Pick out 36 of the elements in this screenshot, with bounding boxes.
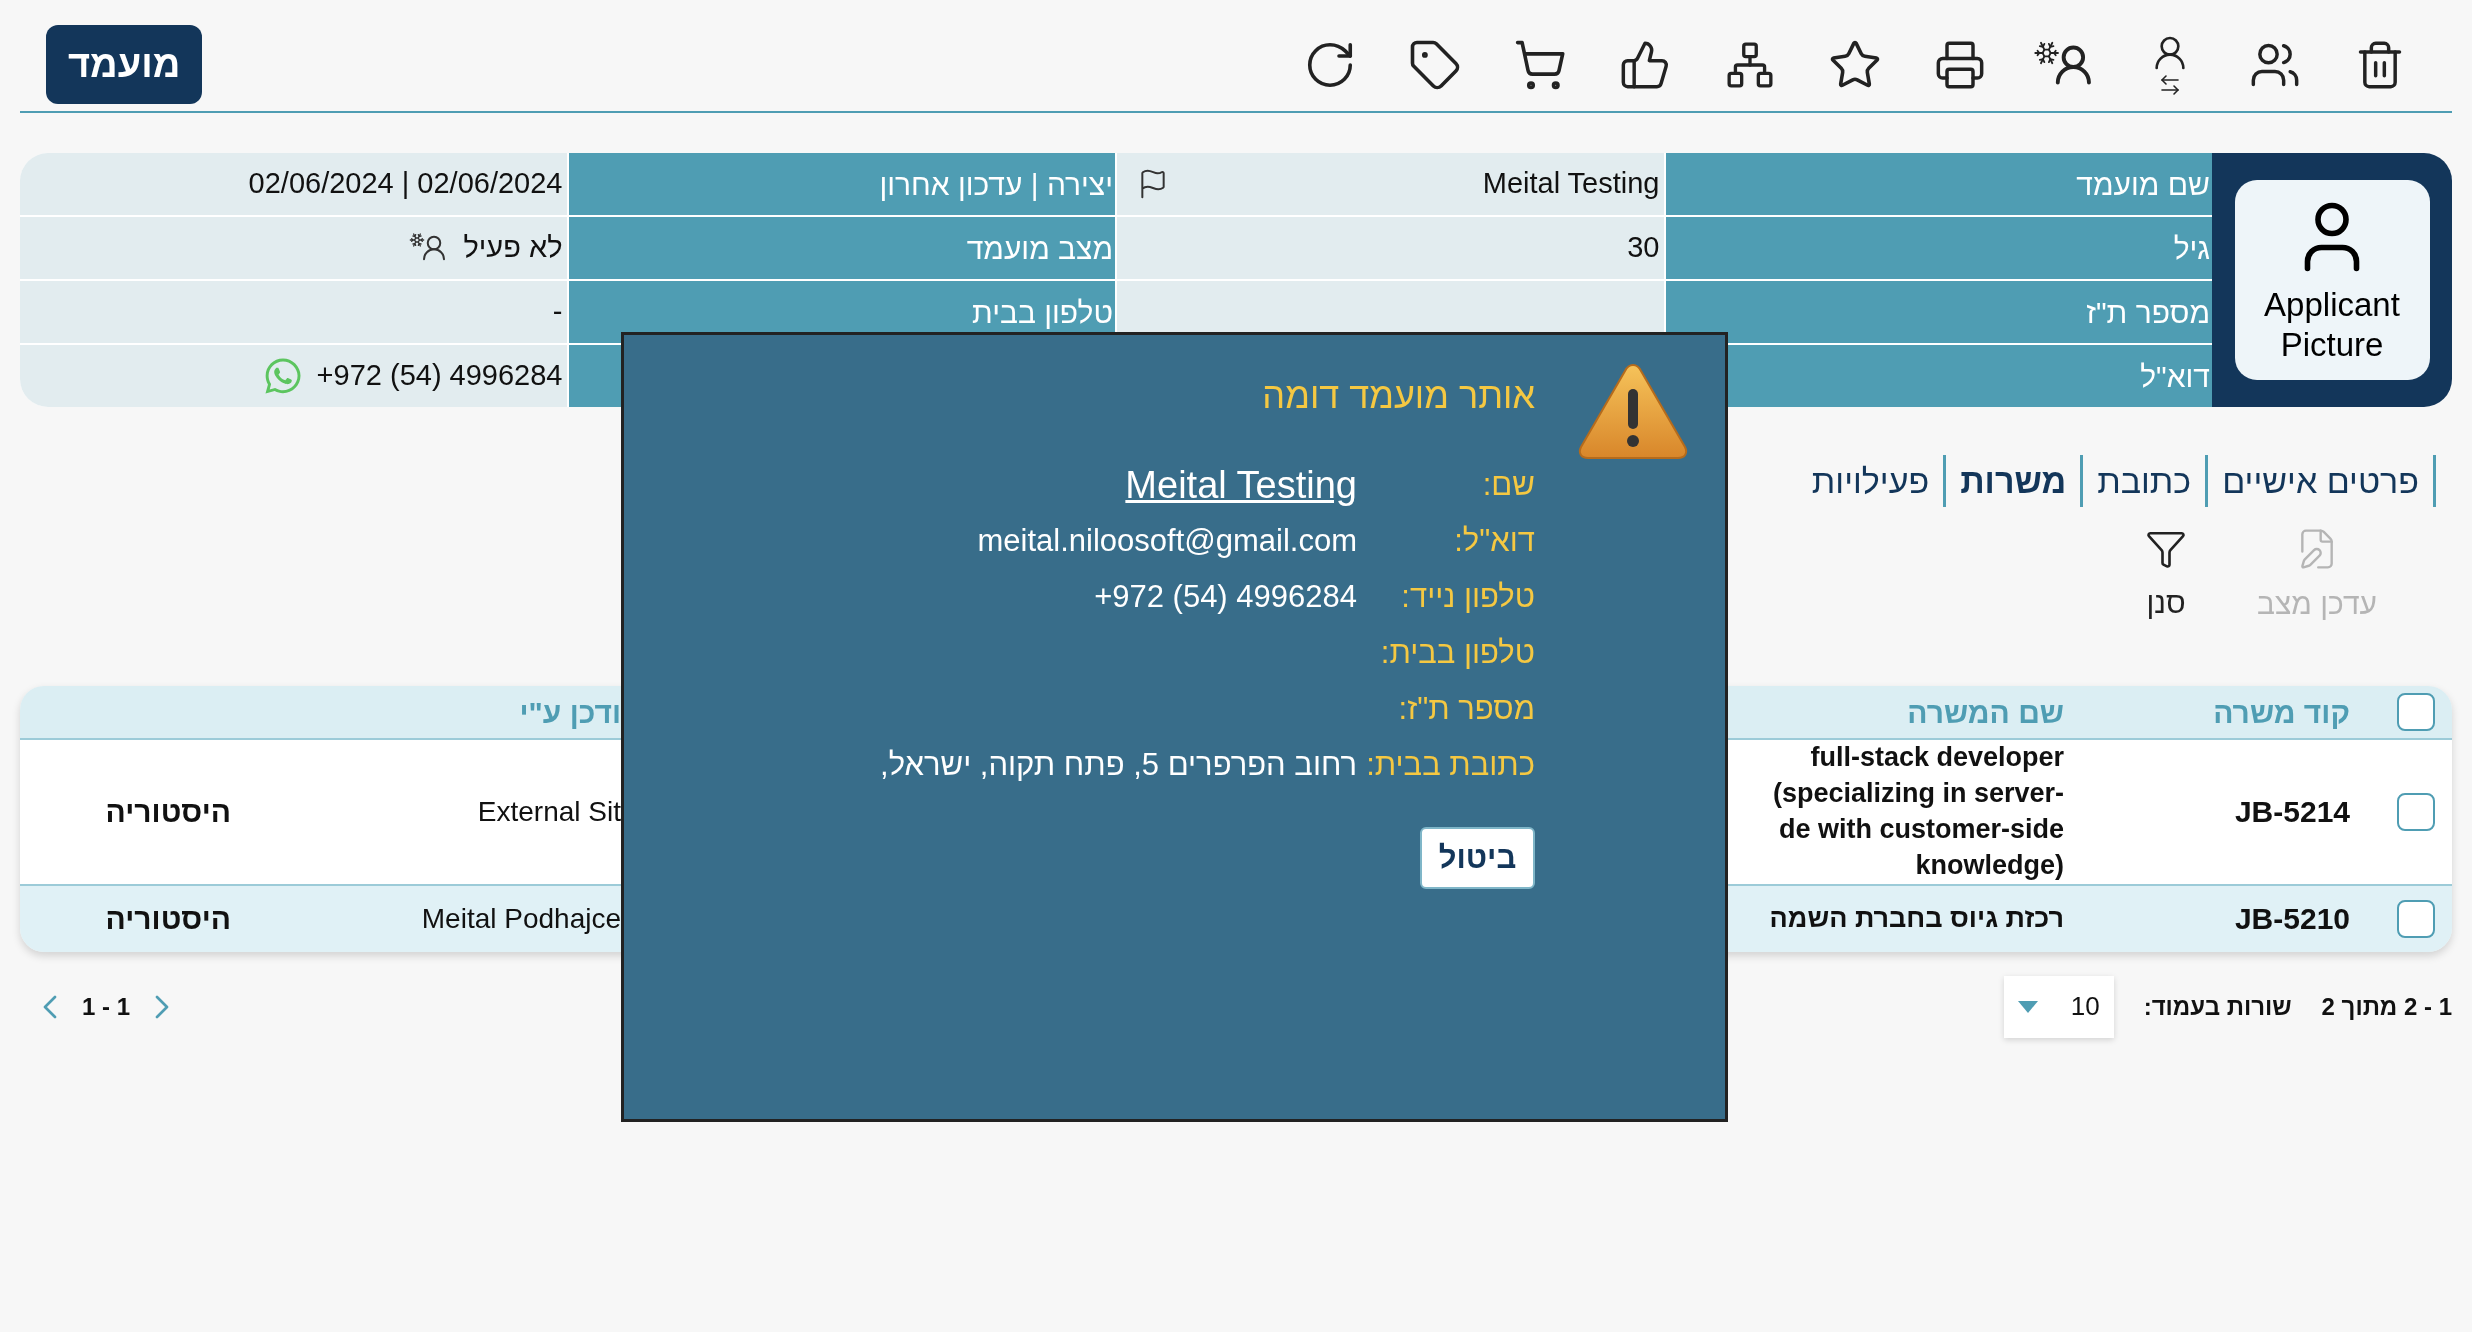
- info-label: מספר ת"ז: [2086, 294, 2210, 331]
- info-label: גיל: [2173, 230, 2210, 267]
- picture-label: Applicant Picture: [2263, 285, 2401, 365]
- field-value: רחוב הפרפרים 5, פתח תקוה, ישראל,: [880, 745, 1357, 784]
- info-value: 02/06/2024 | 02/06/2024: [248, 166, 563, 202]
- info-label: טלפון בבית: [972, 294, 1113, 331]
- updated-by: External Sit: [477, 794, 621, 829]
- field-value: +972 (54) 4996284: [1094, 577, 1357, 616]
- job-title: full-stack developer (specializing in server- de with customer-side knowledge): [1771, 741, 2064, 882]
- rows-per-page-label: שורות בעמוד:: [2143, 991, 2292, 1022]
- info-label: יצירה | עדכון אחרון: [879, 166, 1113, 203]
- info-label: שם מועמד: [2076, 166, 2210, 203]
- column-header: ודכן ע"י: [519, 694, 621, 731]
- info-value: 30: [1627, 230, 1660, 266]
- info-label: דוא"ל: [2140, 358, 2210, 395]
- dialog-title: אותר מועמד דומה: [1262, 374, 1535, 418]
- job-code: JB-5214: [2234, 795, 2350, 829]
- field-label: דוא"ל:: [1453, 521, 1535, 560]
- info-value: -: [552, 294, 563, 330]
- column-header: שם המשרה: [1907, 695, 2064, 729]
- info-value: +972 (54) 4996284: [316, 358, 563, 394]
- field-label: שם:: [1481, 465, 1535, 504]
- field-label: כתובת בבית:: [1365, 745, 1535, 784]
- field-label: מספר ת"ז:: [1397, 689, 1535, 728]
- info-label: מצב מועמד: [966, 230, 1113, 267]
- range-label: 1 - 2 מתוך 2: [2321, 991, 2452, 1022]
- page-range: 1 - 1: [82, 991, 131, 1022]
- column-header: קוד משרה: [2213, 695, 2350, 729]
- field-label: טלפון בבית:: [1379, 633, 1535, 672]
- updated-by: Meital Podhajce: [421, 901, 621, 936]
- info-value: Meital Testing: [1482, 166, 1660, 202]
- info-value: לא פעיל: [463, 230, 563, 266]
- field-value: meital.niloosoft@gmail.com: [977, 521, 1357, 560]
- job-code: JB-5210: [2234, 902, 2350, 936]
- field-label: טלפון נייד:: [1400, 577, 1535, 616]
- job-title: רכזת גיוס בחברת השמה: [1768, 901, 2064, 935]
